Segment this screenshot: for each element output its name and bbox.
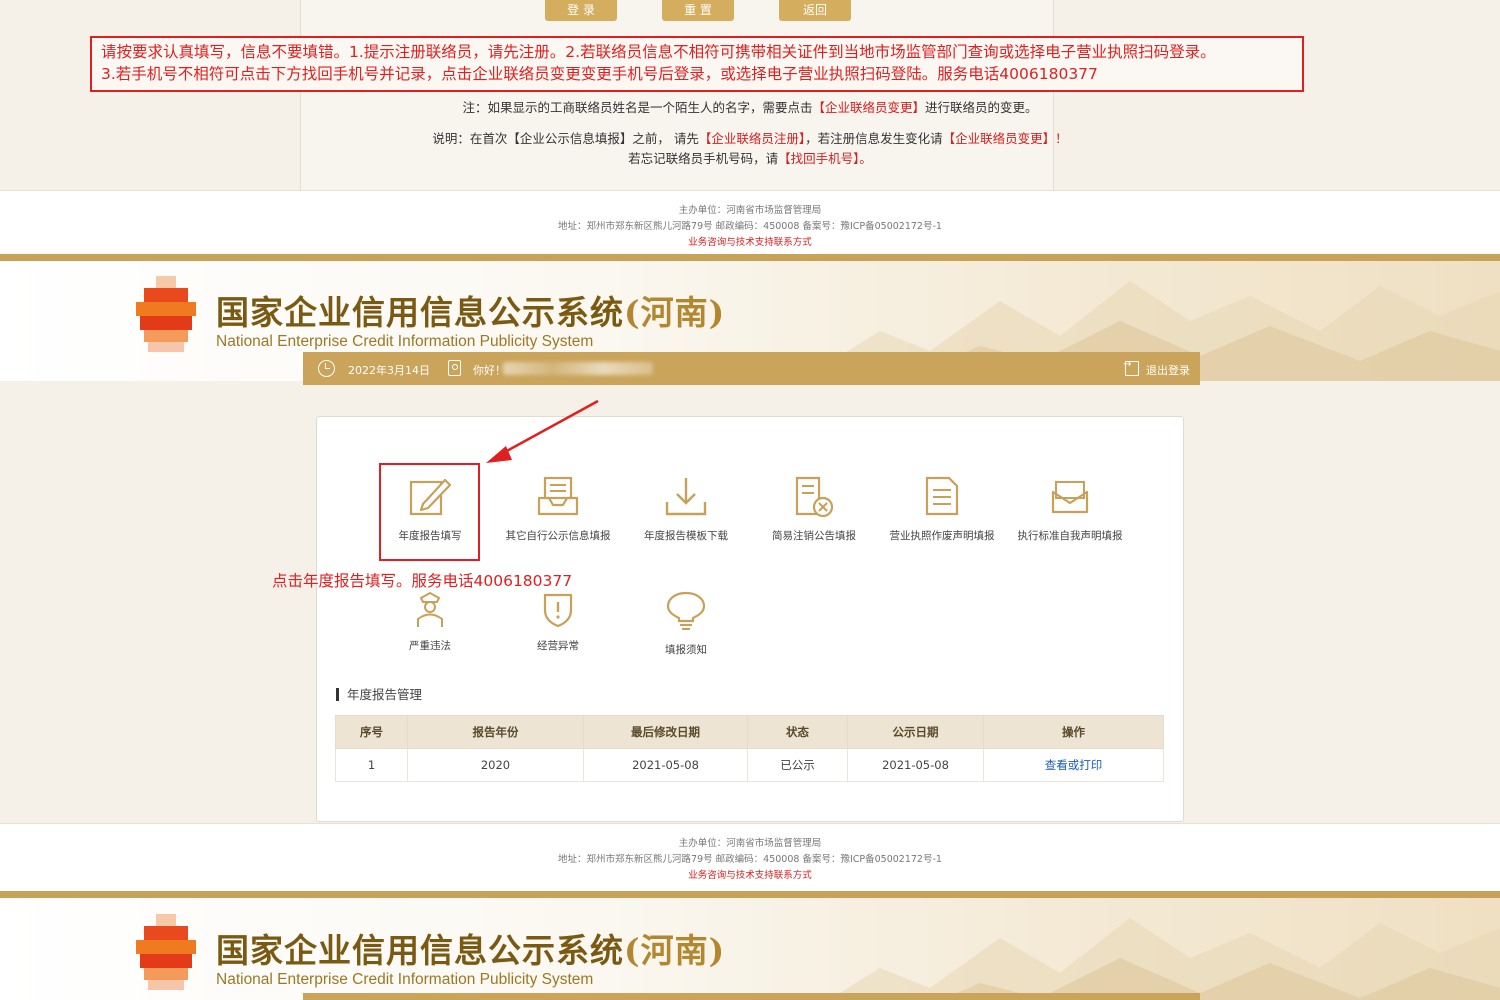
- annual-report-table: 序号 报告年份 最后修改日期 状态 公示日期 操作 1 2020 2021-05…: [335, 715, 1164, 782]
- cell-modified: 2021-05-08: [583, 748, 748, 782]
- report-section-title: 年度报告管理: [336, 688, 422, 701]
- site-logo-icon-2: [136, 914, 196, 990]
- inbox-icon: [537, 476, 579, 516]
- simple-cancel-notice-button[interactable]: 简易注销公告填报: [750, 474, 878, 554]
- column-header-year: 报告年份: [407, 715, 584, 749]
- column-header-action: 操作: [983, 715, 1164, 749]
- mountain-decoration-icon-2: [828, 918, 1500, 1000]
- cell-status: 已公示: [747, 748, 848, 782]
- document-icon: [925, 476, 959, 516]
- license-void-statement-button[interactable]: 营业执照作废声明填报: [878, 474, 1006, 554]
- reset-button[interactable]: 重 置: [662, 0, 734, 21]
- site-title-2: 国家企业信用信息公示系统(河南): [216, 931, 726, 970]
- back-button[interactable]: 返回: [779, 0, 851, 21]
- column-header-index: 序号: [335, 715, 408, 749]
- table-row: 1 2020 2021-05-08 已公示 2021-05-08 查看或打印: [335, 748, 1164, 782]
- contact-note: 注：如果显示的工商联络员姓名是一个陌生人的名字，需要点击【企业联络员变更】进行联…: [462, 100, 1038, 115]
- warning-line-1: 请按要求认真填写，信息不要填错。1.提示注册联络员，请先注册。2.若联络员信息不…: [101, 43, 1216, 61]
- cell-action: 查看或打印: [983, 748, 1164, 782]
- cell-index: 1: [335, 748, 408, 782]
- cell-published: 2021-05-08: [847, 748, 984, 782]
- contact-change-link-2[interactable]: 【企业联络员变更】！: [943, 131, 1068, 146]
- footer-address-2: 地址：郑州市郑东新区熊儿河路79号 邮政编码：450008 备案号：豫ICP备0…: [558, 854, 942, 865]
- footer-contact-link[interactable]: 业务咨询与技术支持联系方式: [0, 234, 1500, 248]
- logout-button[interactable]: 退出登录: [1146, 362, 1190, 378]
- serious-violation-button[interactable]: 严重违法: [366, 590, 494, 670]
- site-title-en: National Enterprise Credit Information P…: [216, 333, 594, 350]
- footer-host: 主办单位：河南省市场监督管理局: [678, 205, 822, 216]
- current-date: 2022年3月14日: [348, 364, 430, 377]
- user-info-bar-2: [303, 993, 1200, 1000]
- standard-self-statement-button[interactable]: 执行标准自我声明填报: [1006, 474, 1134, 554]
- shield-icon: [543, 593, 573, 628]
- annotation-hint: 点击年度报告填写。服务电话4006180377: [272, 572, 573, 590]
- annotation-highlight-box: [379, 463, 480, 561]
- forgot-phone-note: 若忘记联络员手机号码，请【找回手机号】。: [628, 151, 872, 166]
- greeting: 你好！: [473, 364, 506, 377]
- officer-icon: [417, 591, 443, 627]
- table-header-row: 序号 报告年份 最后修改日期 状态 公示日期 操作: [335, 715, 1164, 749]
- redacted-username: [503, 362, 653, 375]
- business-abnormal-button[interactable]: 经营异常: [494, 590, 622, 670]
- divider-stripe: [0, 254, 1500, 261]
- report-template-download-button[interactable]: 年度报告模板下载: [622, 474, 750, 554]
- login-button[interactable]: 登 录: [545, 0, 617, 21]
- column-header-status: 状态: [747, 715, 848, 749]
- divider-stripe-2: [0, 891, 1500, 898]
- filling-notice-button[interactable]: 填报须知: [622, 590, 750, 670]
- contact-change-link[interactable]: 【企业联络员变更】: [812, 100, 925, 115]
- footer-contact-link-2[interactable]: 业务咨询与技术支持联系方式: [0, 867, 1500, 881]
- annotation-arrow-icon: [486, 399, 599, 463]
- footer-address: 地址：郑州市郑东新区熊儿河路79号 邮政编码：450008 备案号：豫ICP备0…: [558, 221, 942, 232]
- column-header-modified: 最后修改日期: [583, 715, 748, 749]
- site-title-en-2: National Enterprise Credit Information P…: [216, 971, 594, 988]
- cell-year: 2020: [407, 748, 584, 782]
- warning-line-2: 3.若手机号不相符可点击下方找回手机号并记录，点击企业联络员变更变更手机号后登录…: [101, 65, 1098, 83]
- clock-icon: [318, 360, 335, 377]
- user-info-bar: 2022年3月14日 你好！ 退出登录: [303, 352, 1200, 385]
- user-icon: [448, 360, 461, 376]
- lightbulb-icon: [666, 591, 706, 630]
- contact-register-link[interactable]: 【企业联络员注册】: [699, 131, 805, 146]
- footer-host-2: 主办单位：河南省市场监督管理局: [678, 838, 822, 849]
- view-print-link[interactable]: 查看或打印: [1045, 758, 1103, 772]
- download-icon: [665, 478, 707, 516]
- logout-icon[interactable]: [1123, 359, 1139, 376]
- site-logo-icon: [136, 276, 196, 352]
- site-title: 国家企业信用信息公示系统(河南): [216, 293, 726, 332]
- cancel-doc-icon: [795, 476, 834, 518]
- other-info-fill-button[interactable]: 其它自行公示信息填报: [494, 474, 622, 554]
- warning-box: 请按要求认真填写，信息不要填错。1.提示注册联络员，请先注册。2.若联络员信息不…: [90, 36, 1304, 92]
- envelope-icon: [1051, 481, 1089, 514]
- explain-note: 说明：在首次【企业公示信息填报】之前， 请先【企业联络员注册】，若注册信息发生变…: [432, 131, 1068, 146]
- recover-phone-link[interactable]: 【找回手机号】。: [778, 151, 872, 166]
- column-header-published: 公示日期: [847, 715, 984, 749]
